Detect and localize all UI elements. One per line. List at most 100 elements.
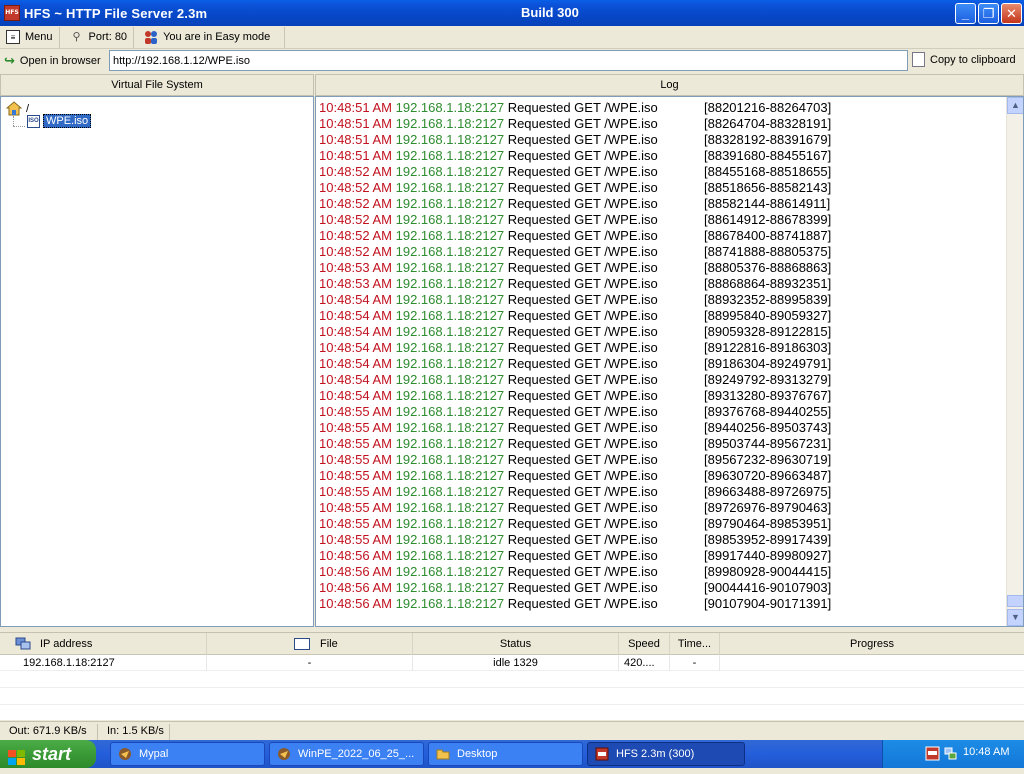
out-speed: Out: 671.9 KB/s xyxy=(0,724,98,740)
folder-icon xyxy=(436,747,450,761)
tree-item-wpe-iso[interactable]: ISO WPE.iso xyxy=(27,114,92,128)
empty-row xyxy=(0,672,1024,688)
log-ip: 192.168.1.18:2127 xyxy=(395,196,505,211)
title-bar[interactable]: HFS HFS ~ HTTP File Server 2.3m Build 30… xyxy=(0,0,1024,26)
log-ip: 192.168.1.18:2127 xyxy=(395,244,505,259)
log-entry: 10:48:54 AM 192.168.1.18:2127 Requested … xyxy=(319,372,999,388)
log-range: [90107904-90171391] xyxy=(704,596,832,611)
log-time: 10:48:55 AM xyxy=(319,420,392,435)
close-button[interactable]: ✕ xyxy=(1001,3,1022,24)
log-time: 10:48:53 AM xyxy=(319,260,392,275)
maximize-button[interactable]: ❐ xyxy=(978,3,999,24)
log-range: [88518656-88582143] xyxy=(704,180,832,195)
log-ip: 192.168.1.18:2127 xyxy=(395,388,505,403)
taskbar: start Mypal WinPE_2022_06_25_... Desktop… xyxy=(0,740,1024,768)
log-range: [90044416-90107903] xyxy=(704,580,832,595)
log-ip: 192.168.1.18:2127 xyxy=(395,228,505,243)
log-ip: 192.168.1.18:2127 xyxy=(395,180,505,195)
log-entry: 10:48:55 AM 192.168.1.18:2127 Requested … xyxy=(319,452,999,468)
log-time: 10:48:52 AM xyxy=(319,164,392,179)
virtual-file-system-tree[interactable]: / ISO WPE.iso xyxy=(0,96,314,627)
taskbar-item-hfs[interactable]: HFS 2.3m (300) xyxy=(587,742,745,766)
network-tray-icon[interactable] xyxy=(943,746,958,761)
log-time: 10:48:54 AM xyxy=(319,372,392,387)
column-header-ip[interactable]: IP address xyxy=(0,633,207,655)
log-time: 10:48:54 AM xyxy=(319,340,392,355)
log-range: [89853952-89917439] xyxy=(704,532,832,547)
cell-speed: 420.... xyxy=(619,655,670,671)
scroll-up-button[interactable]: ▲ xyxy=(1007,97,1023,114)
log-time: 10:48:51 AM xyxy=(319,132,392,147)
log-range: [89790464-89853951] xyxy=(704,516,832,531)
log-ip: 192.168.1.18:2127 xyxy=(395,548,505,563)
log-ip: 192.168.1.18:2127 xyxy=(395,580,505,595)
log-time: 10:48:51 AM xyxy=(319,148,392,163)
log-message: Requested GET /WPE.iso xyxy=(507,228,658,243)
mode-button[interactable]: You are in Easy mode xyxy=(134,26,286,48)
connections-table[interactable]: IP address File Status Speed Time... Pro… xyxy=(0,632,1024,720)
taskbar-item-desktop[interactable]: Desktop xyxy=(428,742,583,766)
log-scrollbar[interactable]: ▲ ▼ xyxy=(1006,97,1023,626)
log-entry: 10:48:54 AM 192.168.1.18:2127 Requested … xyxy=(319,356,999,372)
log-message: Requested GET /WPE.iso xyxy=(507,484,658,499)
copy-to-clipboard-button[interactable]: Copy to clipboard xyxy=(912,52,1016,67)
scroll-thumb[interactable] xyxy=(1007,595,1023,607)
hfs-app-icon[interactable]: HFS xyxy=(4,5,20,21)
plug-icon: ⚲ xyxy=(72,31,81,43)
port-button[interactable]: ⚲ Port: 80 xyxy=(60,26,135,48)
tree-root[interactable]: / xyxy=(5,101,30,116)
column-header-status[interactable]: Status xyxy=(413,633,619,655)
log-message: Requested GET /WPE.iso xyxy=(507,388,658,403)
log-time: 10:48:51 AM xyxy=(319,100,392,115)
log-ip: 192.168.1.18:2127 xyxy=(395,372,505,387)
log-entry: 10:48:52 AM 192.168.1.18:2127 Requested … xyxy=(319,180,999,196)
log-message: Requested GET /WPE.iso xyxy=(507,196,658,211)
cell-ip: 192.168.1.18:2127 xyxy=(0,655,207,671)
log-entry: 10:48:52 AM 192.168.1.18:2127 Requested … xyxy=(319,228,999,244)
log-time: 10:48:54 AM xyxy=(319,388,392,403)
table-row[interactable]: 192.168.1.18:2127 - idle 1329 420.... - xyxy=(0,655,1024,671)
copy-label: Copy to clipboard xyxy=(930,53,1016,66)
hfs-tray-icon[interactable] xyxy=(925,746,940,761)
log-panel[interactable]: 10:48:51 AM 192.168.1.18:2127 Requested … xyxy=(315,96,1024,627)
vfs-header: Virtual File System xyxy=(0,74,314,96)
open-in-browser-button[interactable]: ↪ Open in browser xyxy=(0,53,108,69)
column-header-file[interactable]: File xyxy=(207,633,413,655)
menu-button[interactable]: ≡ Menu xyxy=(0,26,60,48)
taskbar-item-label: HFS 2.3m (300) xyxy=(616,748,695,760)
log-message: Requested GET /WPE.iso xyxy=(507,420,658,435)
tree-root-label: / xyxy=(26,102,30,115)
log-message: Requested GET /WPE.iso xyxy=(507,436,658,451)
log-time: 10:48:54 AM xyxy=(319,308,392,323)
cell-status: idle 1329 xyxy=(413,655,619,671)
log-entry: 10:48:54 AM 192.168.1.18:2127 Requested … xyxy=(319,292,999,308)
start-button[interactable]: start xyxy=(0,740,96,768)
minimize-button[interactable]: _ xyxy=(955,3,976,24)
log-time: 10:48:55 AM xyxy=(319,452,392,467)
column-header-speed[interactable]: Speed xyxy=(619,633,670,655)
log-ip: 192.168.1.18:2127 xyxy=(395,564,505,579)
log-entry: 10:48:54 AM 192.168.1.18:2127 Requested … xyxy=(319,340,999,356)
log-time: 10:48:56 AM xyxy=(319,564,392,579)
log-ip: 192.168.1.18:2127 xyxy=(395,356,505,371)
menu-icon: ≡ xyxy=(6,30,20,44)
empty-row xyxy=(0,689,1024,705)
log-ip: 192.168.1.18:2127 xyxy=(395,484,505,499)
clock[interactable]: 10:48 AM xyxy=(963,746,1009,758)
url-field[interactable] xyxy=(109,50,908,71)
log-ip: 192.168.1.18:2127 xyxy=(395,340,505,355)
log-message: Requested GET /WPE.iso xyxy=(507,564,658,579)
log-range: [89980928-90044415] xyxy=(704,564,832,579)
taskbar-item-winpe[interactable]: WinPE_2022_06_25_... xyxy=(269,742,424,766)
log-ip: 192.168.1.18:2127 xyxy=(395,516,505,531)
log-entry: 10:48:56 AM 192.168.1.18:2127 Requested … xyxy=(319,548,999,564)
column-header-progress[interactable]: Progress xyxy=(720,633,1024,655)
log-message: Requested GET /WPE.iso xyxy=(507,308,658,323)
log-entry: 10:48:52 AM 192.168.1.18:2127 Requested … xyxy=(319,212,999,228)
taskbar-item-mypal[interactable]: Mypal xyxy=(110,742,265,766)
column-header-time[interactable]: Time... xyxy=(670,633,720,655)
log-range: [88995840-89059327] xyxy=(704,308,832,323)
scroll-down-button[interactable]: ▼ xyxy=(1007,609,1023,626)
log-range: [89726976-89790463] xyxy=(704,500,832,515)
log-range: [89122816-89186303] xyxy=(704,340,832,355)
